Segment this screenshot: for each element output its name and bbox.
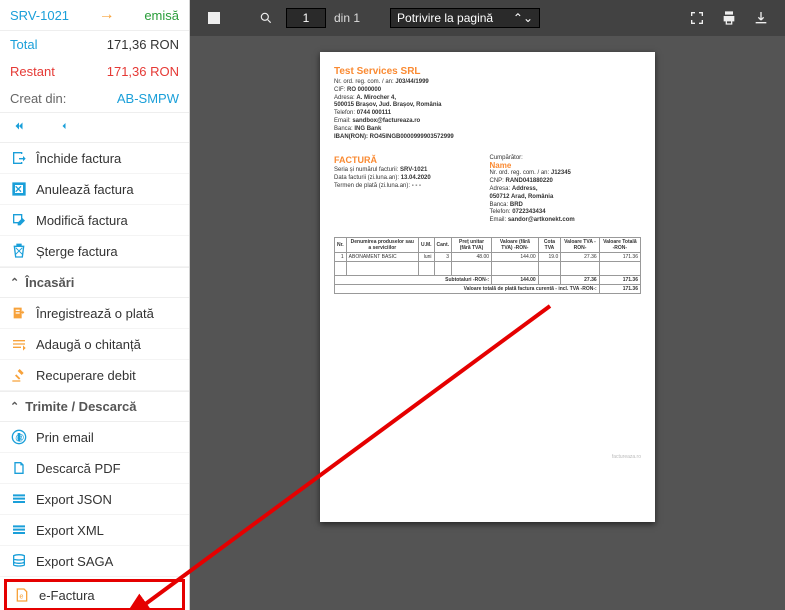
- invoice-header: SRV-1021 → emisă: [0, 0, 189, 31]
- table-row: 1 ABONAMENT BASIC luni 3 48.00 144.00 19…: [335, 252, 641, 261]
- efactura-icon: e: [13, 587, 31, 603]
- first-icon[interactable]: [10, 119, 28, 136]
- total-value: 171,36 RON: [107, 37, 179, 52]
- register-payment-label: Înregistrează o plată: [36, 306, 154, 321]
- section-payments-header[interactable]: ⌃ Încasări: [0, 267, 189, 298]
- add-receipt-label: Adaugă o chitanță: [36, 337, 141, 352]
- modify-invoice-label: Modifică factura: [36, 213, 128, 228]
- add-receipt-button[interactable]: Adaugă o chitanță: [0, 329, 189, 360]
- page-number-input[interactable]: 1: [286, 8, 326, 28]
- print-icon[interactable]: [719, 8, 739, 28]
- cancel-invoice-icon: [10, 181, 28, 197]
- xml-icon: [10, 522, 28, 538]
- sidebar: SRV-1021 → emisă Total 171,36 RON Restan…: [0, 0, 190, 610]
- json-icon: [10, 491, 28, 507]
- total-label: Total: [10, 37, 37, 52]
- fullscreen-icon[interactable]: [687, 8, 707, 28]
- email-icon: @: [10, 429, 28, 445]
- export-xml-button[interactable]: Export XML: [0, 515, 189, 546]
- cancel-invoice-button[interactable]: Anulează factura: [0, 174, 189, 205]
- restant-label: Restant: [10, 64, 55, 79]
- send-email-label: Prin email: [36, 430, 94, 445]
- gavel-icon: [10, 367, 28, 383]
- arrow-right-icon: →: [99, 6, 115, 24]
- close-invoice-icon: [10, 150, 28, 166]
- pdf-icon: [10, 460, 28, 476]
- add-receipt-icon: [10, 336, 28, 352]
- grandtotal-row: Valoare totală de plată factura curentă …: [335, 284, 641, 293]
- modify-invoice-icon: [10, 212, 28, 228]
- subtotal-row: Subtotaluri -RON-: 144.00 27.36 171.36: [335, 275, 641, 284]
- page-total-label: din 1: [334, 11, 360, 25]
- saga-icon: [10, 553, 28, 569]
- restant-value: 171,36 RON: [107, 64, 179, 79]
- invoice-status: emisă: [144, 8, 179, 23]
- export-xml-label: Export XML: [36, 523, 104, 538]
- chevron-updown-icon: ⌃⌄: [513, 11, 533, 25]
- export-json-label: Export JSON: [36, 492, 112, 507]
- section-payments-title: Încasări: [25, 275, 74, 290]
- section-send-title: Trimite / Descarcă: [25, 399, 136, 414]
- created-label: Creat din:: [10, 91, 66, 106]
- prev-icon[interactable]: [58, 119, 70, 136]
- nav-pagination: [0, 113, 189, 143]
- restant-row: Restant 171,36 RON: [0, 58, 189, 85]
- svg-text:@: @: [15, 432, 24, 442]
- delete-invoice-button[interactable]: Șterge factura: [0, 236, 189, 267]
- seller-name: Test Services SRL: [334, 66, 641, 77]
- efactura-button[interactable]: e e-Factura: [7, 582, 182, 608]
- pdf-canvas[interactable]: Test Services SRL Nr. ord. reg. com. / a…: [190, 36, 785, 610]
- debit-recovery-label: Recuperare debit: [36, 368, 136, 383]
- efactura-highlight: e e-Factura: [4, 579, 185, 610]
- close-invoice-label: Închide factura: [36, 151, 121, 166]
- created-row: Creat din: AB-SMPW: [0, 85, 189, 113]
- created-value[interactable]: AB-SMPW: [117, 91, 179, 106]
- modify-invoice-button[interactable]: Modifică factura: [0, 205, 189, 236]
- export-json-button[interactable]: Export JSON: [0, 484, 189, 515]
- brand-footer: factureaza.ro: [334, 454, 641, 460]
- buyer-name: Name: [490, 161, 642, 170]
- download-pdf-button[interactable]: Descarcă PDF: [0, 453, 189, 484]
- pdf-toolbar: 1 din 1 Potrivire la pagină ⌃⌄: [190, 0, 785, 36]
- register-payment-button[interactable]: Înregistrează o plată: [0, 298, 189, 329]
- delete-invoice-label: Șterge factura: [36, 244, 118, 259]
- doc-title: FACTURĂ: [334, 155, 486, 165]
- efactura-label: e-Factura: [39, 588, 95, 603]
- export-saga-label: Export SAGA: [36, 554, 113, 569]
- zoom-select[interactable]: Potrivire la pagină ⌃⌄: [390, 8, 540, 28]
- cancel-invoice-label: Anulează factura: [36, 182, 134, 197]
- download-icon[interactable]: [751, 8, 771, 28]
- invoice-number[interactable]: SRV-1021: [10, 8, 69, 23]
- download-pdf-label: Descarcă PDF: [36, 461, 121, 476]
- register-payment-icon: [10, 305, 28, 321]
- svg-text:e: e: [19, 591, 23, 600]
- sidebar-toggle-icon[interactable]: [204, 8, 224, 28]
- export-saga-button[interactable]: Export SAGA: [0, 546, 189, 577]
- send-email-button[interactable]: @ Prin email: [0, 422, 189, 453]
- close-invoice-button[interactable]: Închide factura: [0, 143, 189, 174]
- delete-invoice-icon: [10, 243, 28, 259]
- section-send-header[interactable]: ⌃ Trimite / Descarcă: [0, 391, 189, 422]
- search-icon[interactable]: [256, 8, 276, 28]
- pdf-viewer: 1 din 1 Potrivire la pagină ⌃⌄ Test Serv…: [190, 0, 785, 610]
- debit-recovery-button[interactable]: Recuperare debit: [0, 360, 189, 391]
- total-row: Total 171,36 RON: [0, 31, 189, 58]
- zoom-value: Potrivire la pagină: [397, 11, 493, 25]
- pdf-page: Test Services SRL Nr. ord. reg. com. / a…: [320, 52, 655, 522]
- chevron-up-icon: ⌃: [10, 276, 19, 289]
- invoice-table: Nr. Denumirea produselor sau a serviciil…: [334, 237, 641, 294]
- chevron-up-icon: ⌃: [10, 400, 19, 413]
